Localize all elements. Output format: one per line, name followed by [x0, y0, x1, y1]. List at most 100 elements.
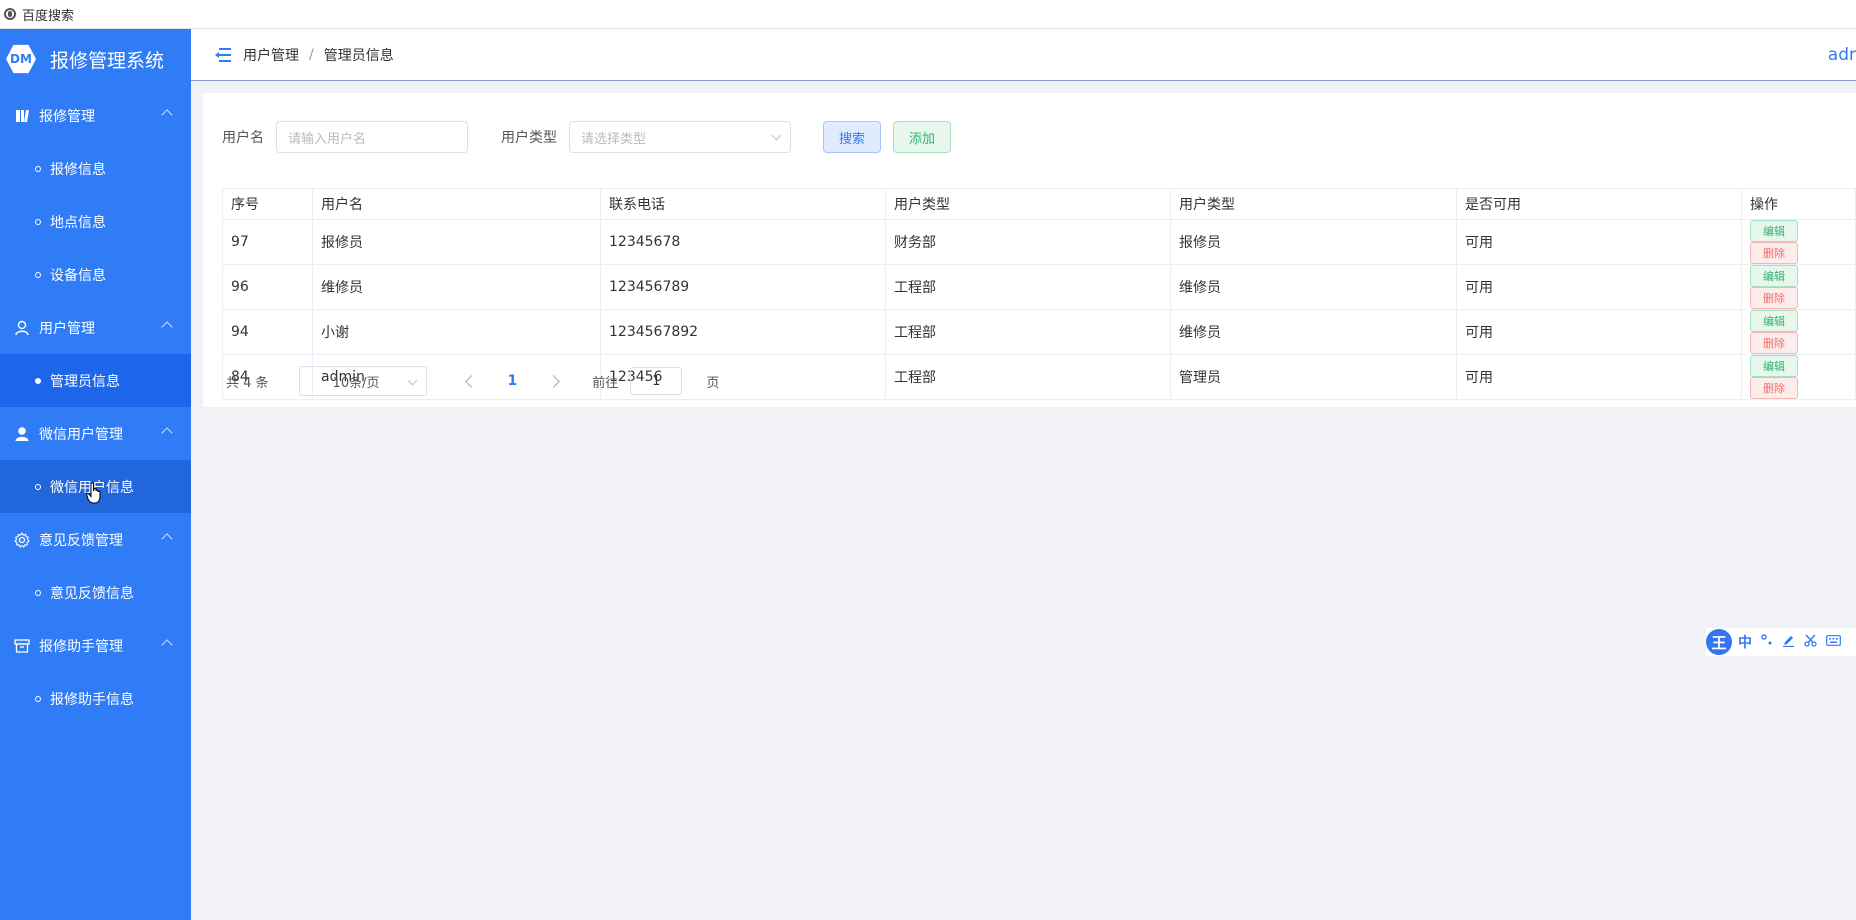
punctuation-icon[interactable]: [1761, 634, 1773, 650]
edit-button[interactable]: 编辑: [1750, 355, 1798, 377]
menu-head-repair[interactable]: 报修管理: [0, 89, 191, 142]
user-menu[interactable]: adr: [1828, 45, 1856, 65]
username-placeholder: 请输入用户名: [288, 131, 367, 147]
breadcrumb-separator: /: [309, 46, 314, 63]
chevron-up-icon: [161, 109, 173, 121]
menu-item-label: 管理员信息: [50, 373, 120, 390]
cell-type: 工程部: [885, 264, 1171, 310]
delete-button[interactable]: 删除: [1750, 242, 1798, 264]
breadcrumb-item-admin-info: 管理员信息: [323, 47, 394, 64]
page-size-select[interactable]: 10条/页: [298, 366, 427, 396]
table-row: 97 报修员 12345678 财务部 报修员 可用 编辑删除: [222, 219, 1856, 265]
pen-icon[interactable]: [1782, 634, 1795, 651]
menu-head-label: 报修管理: [39, 108, 95, 125]
edit-button[interactable]: 编辑: [1750, 220, 1798, 242]
book-icon: [14, 108, 30, 124]
delete-button[interactable]: 删除: [1750, 332, 1798, 354]
menu-head-assistant[interactable]: 报修助手管理: [0, 619, 191, 672]
page-size-value: 10条/页: [332, 375, 380, 391]
menu-item-location-info[interactable]: 地点信息: [0, 195, 191, 248]
breadcrumb-item-users[interactable]: 用户管理: [243, 45, 299, 65]
menu-item-admin-info[interactable]: 管理员信息: [0, 354, 191, 407]
cell-actions: 编辑删除: [1741, 354, 1856, 400]
menu-head-label: 意见反馈管理: [39, 532, 123, 549]
menu-head-feedback[interactable]: 意见反馈管理: [0, 513, 191, 566]
scissors-icon[interactable]: [1804, 634, 1817, 651]
col-header-phone: 联系电话: [600, 188, 886, 220]
user-icon: [14, 320, 30, 336]
menu-head-users[interactable]: 用户管理: [0, 301, 191, 354]
goto-page-input[interactable]: 1: [630, 367, 683, 395]
goto-label: 前往: [592, 375, 619, 391]
delete-button[interactable]: 删除: [1750, 287, 1798, 309]
bookmark-link[interactable]: 百度搜索: [22, 5, 74, 24]
menu-item-label: 报修助手信息: [50, 691, 134, 708]
cell-actions: 编辑删除: [1741, 264, 1856, 310]
username-input[interactable]: 请输入用户名: [276, 121, 468, 153]
ime-mode-toggle[interactable]: 中: [1738, 632, 1752, 652]
col-header-index: 序号: [222, 188, 313, 220]
chevron-up-icon: [161, 639, 173, 651]
prev-page-icon[interactable]: [464, 374, 478, 388]
cell-actions: 编辑删除: [1741, 219, 1856, 265]
gear-icon: [14, 531, 30, 548]
app-logo: DM: [6, 44, 36, 74]
cell-username: 维修员: [312, 264, 601, 310]
sidebar: DM 报修管理系统 报修管理 报修信息 地点信息 设备信息 用户管理 管理员信息: [0, 29, 191, 920]
menu-item-device-info[interactable]: 设备信息: [0, 248, 191, 301]
delete-button[interactable]: 删除: [1750, 377, 1798, 399]
current-page[interactable]: 1: [508, 373, 518, 389]
bullet-icon: [35, 377, 41, 384]
browser-bookmark-bar: 百度搜索: [0, 0, 1856, 29]
cell-type: 工程部: [885, 354, 1171, 400]
user-type-label: 用户类型: [501, 130, 557, 146]
chevron-up-icon: [161, 533, 173, 545]
col-header-type-2: 用户类型: [1170, 188, 1457, 220]
search-button[interactable]: 搜索: [823, 121, 882, 153]
cell-enabled: 可用: [1456, 219, 1742, 265]
menu-fold-icon[interactable]: [215, 47, 231, 62]
menu-group-feedback: 意见反馈管理 意见反馈信息: [0, 513, 191, 619]
cell-type-2: 管理员: [1170, 354, 1457, 400]
bullet-icon: [35, 589, 41, 596]
pagination: 共 4 条 10条/页 1 前往 1 页: [226, 366, 719, 396]
bullet-icon: [35, 165, 41, 172]
col-header-username: 用户名: [312, 188, 601, 220]
menu-item-repair-info[interactable]: 报修信息: [0, 142, 191, 195]
col-header-type: 用户类型: [885, 188, 1171, 220]
menu-item-label: 地点信息: [50, 214, 106, 231]
bullet-icon: [35, 483, 41, 490]
hand-cursor-icon: [86, 482, 101, 504]
user-type-select[interactable]: 请选择类型: [569, 121, 791, 153]
top-header: 用户管理 / 管理员信息 adr: [191, 29, 1856, 81]
menu-item-feedback-info[interactable]: 意见反馈信息: [0, 566, 191, 619]
ime-logo[interactable]: 王: [1706, 629, 1732, 655]
add-button[interactable]: 添加: [893, 121, 952, 153]
next-page-icon[interactable]: [547, 374, 561, 388]
total-count: 共 4 条: [226, 375, 269, 391]
chevron-up-icon: [161, 321, 173, 333]
edit-button[interactable]: 编辑: [1750, 265, 1798, 287]
menu-item-label: 意见反馈信息: [50, 585, 134, 602]
cell-username: 报修员: [312, 219, 601, 265]
cell-index: 94: [222, 309, 313, 355]
goto-page-value: 1: [652, 373, 661, 389]
cell-type-2: 维修员: [1170, 309, 1457, 355]
cell-phone: 1234567892: [600, 309, 886, 355]
brand: DM 报修管理系统: [0, 29, 191, 89]
cell-phone: 123456789: [600, 264, 886, 310]
cell-enabled: 可用: [1456, 309, 1742, 355]
cell-index: 97: [222, 219, 313, 265]
bullet-icon: [35, 218, 41, 225]
menu-group-users: 用户管理 管理员信息: [0, 301, 191, 407]
cell-type-2: 报修员: [1170, 219, 1457, 265]
cell-enabled: 可用: [1456, 264, 1742, 310]
menu-item-assistant-info[interactable]: 报修助手信息: [0, 672, 191, 725]
edit-button[interactable]: 编辑: [1750, 310, 1798, 332]
keyboard-icon[interactable]: [1826, 634, 1841, 650]
table-row: 94 小谢 1234567892 工程部 维修员 可用 编辑删除: [222, 309, 1856, 355]
breadcrumb: 用户管理 / 管理员信息: [243, 45, 394, 65]
menu-item-label: 报修信息: [50, 161, 106, 178]
menu-head-wechat-users[interactable]: 微信用户管理: [0, 407, 191, 460]
cell-index: 96: [222, 264, 313, 310]
